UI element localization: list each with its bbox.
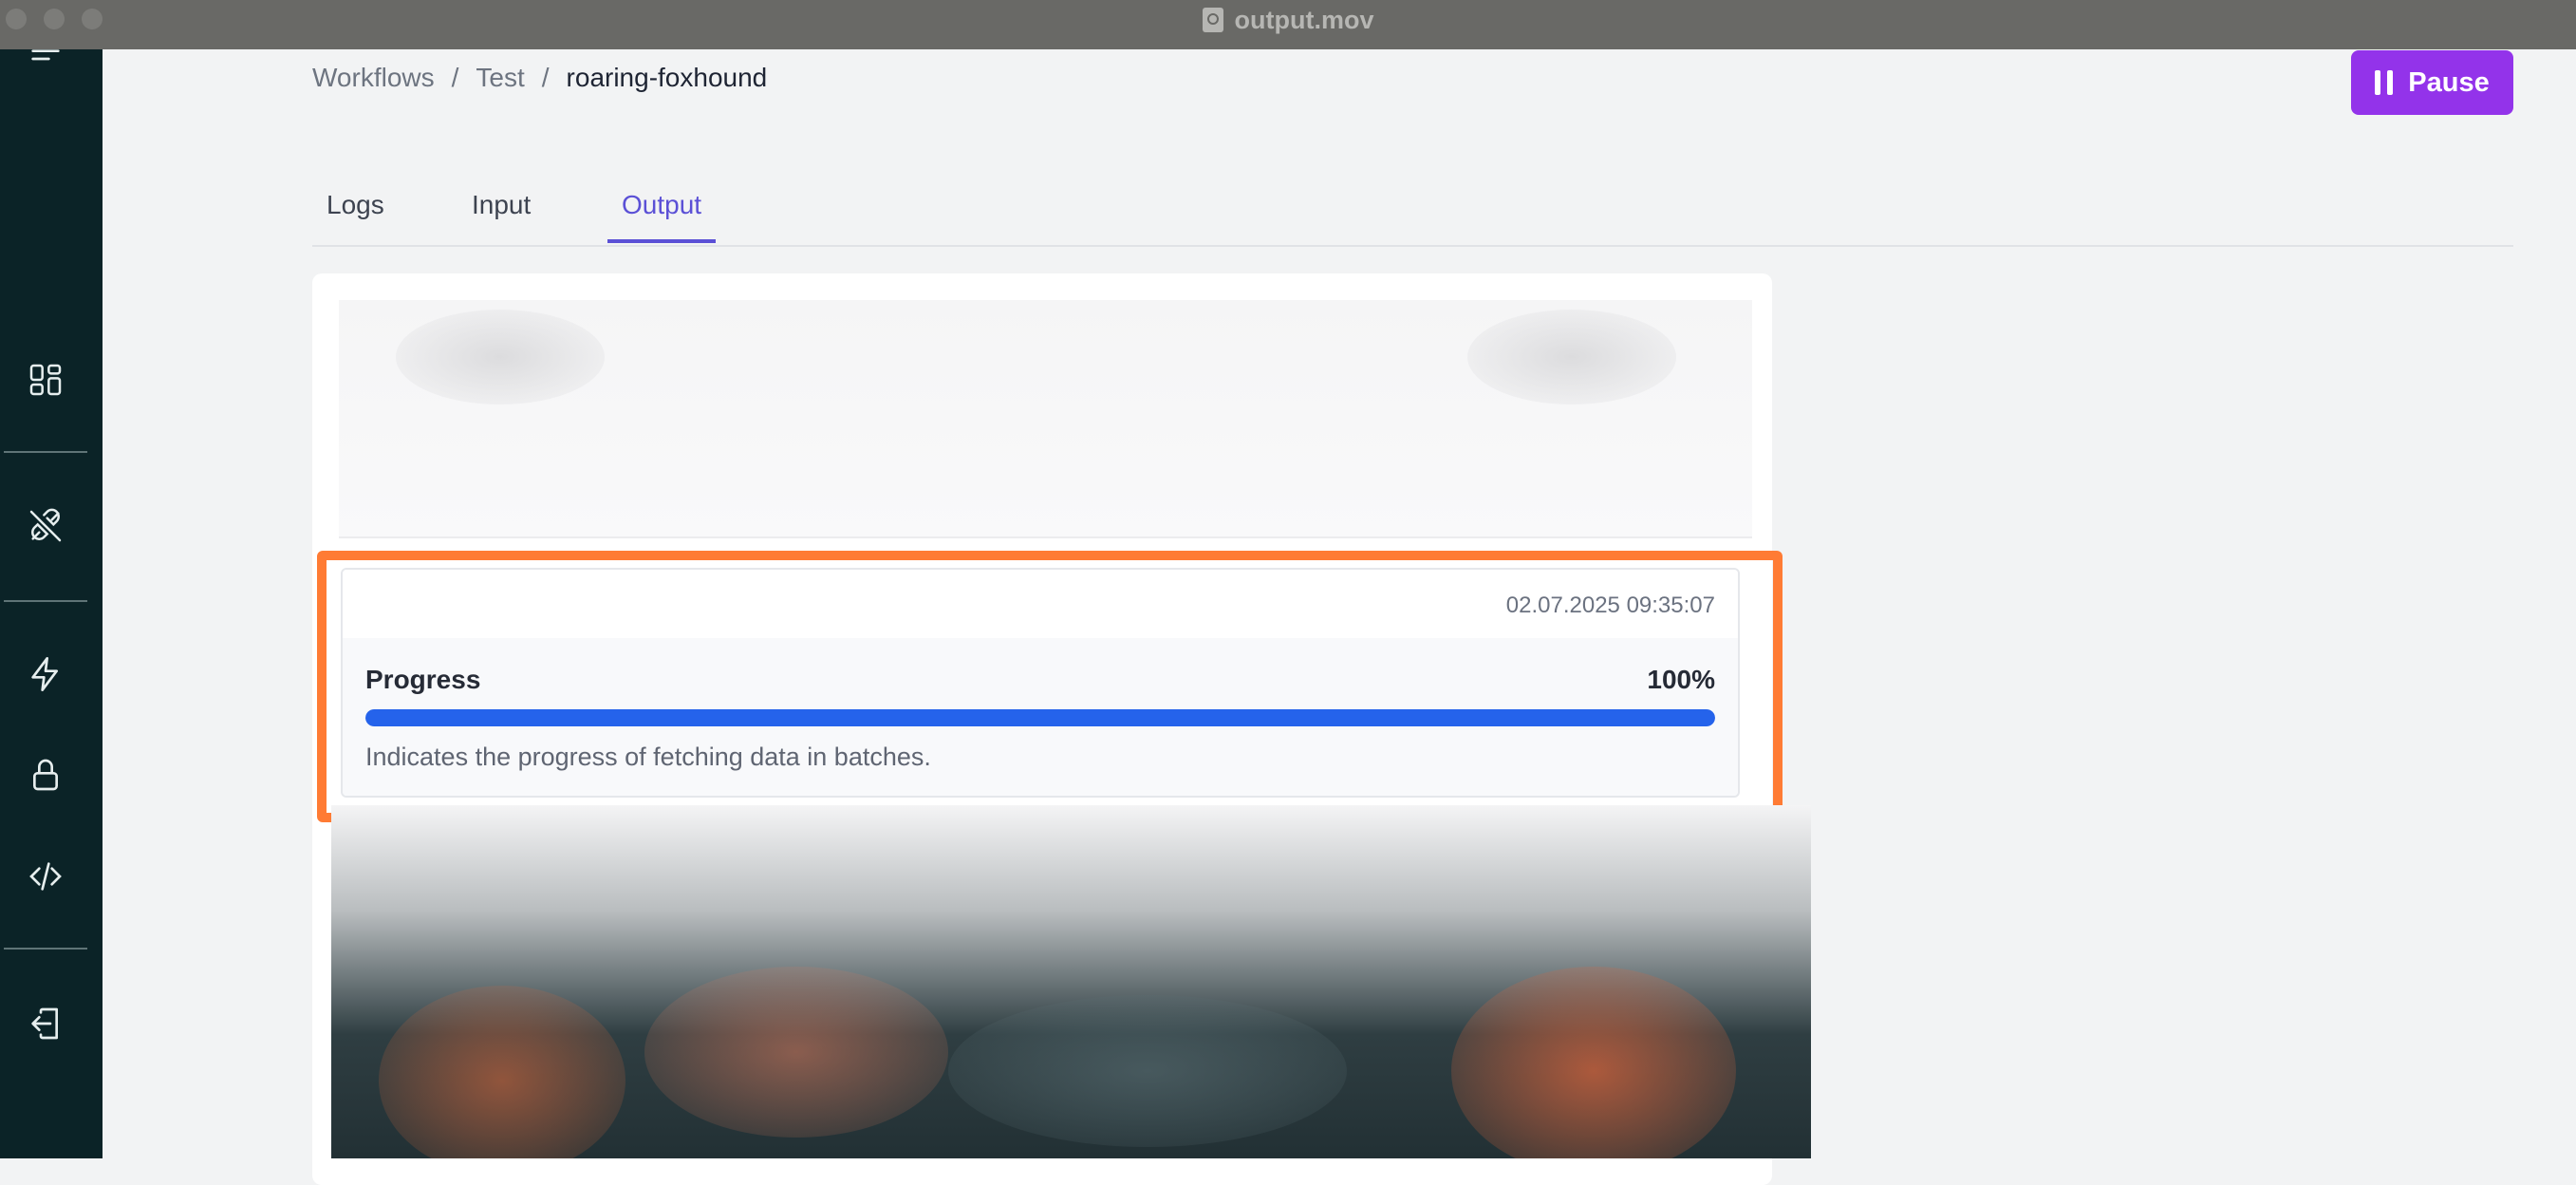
logout-icon[interactable] <box>25 1003 66 1044</box>
tab-output[interactable]: Output <box>607 190 717 243</box>
highlight-frame <box>317 551 1783 822</box>
lock-icon[interactable] <box>25 754 66 796</box>
lightning-icon[interactable] <box>25 653 66 695</box>
breadcrumb: Workflows / Test / roaring-foxhound <box>312 63 767 93</box>
plug-icon[interactable] <box>25 505 66 547</box>
breadcrumb-current: roaring-foxhound <box>566 63 768 92</box>
window-title: output.mov <box>1234 5 1374 34</box>
blurred-content-top <box>339 300 1752 538</box>
tab-bar: Logs Input Output <box>312 180 2513 247</box>
breadcrumb-separator: / <box>541 63 550 92</box>
tab-logs[interactable]: Logs <box>312 190 399 243</box>
document-icon <box>1202 8 1223 32</box>
code-icon[interactable] <box>25 856 66 897</box>
tab-input[interactable]: Input <box>457 190 545 243</box>
sidebar <box>0 42 103 1158</box>
pause-button[interactable]: Pause <box>2351 50 2513 115</box>
pause-label: Pause <box>2408 66 2490 98</box>
window-title-bar: output.mov <box>0 0 2576 49</box>
sidebar-divider <box>4 451 87 453</box>
sidebar-divider <box>4 948 87 950</box>
breadcrumb-workflows[interactable]: Workflows <box>312 63 435 93</box>
dashboard-icon[interactable] <box>25 359 66 401</box>
sidebar-divider <box>4 600 87 602</box>
pause-icon <box>2375 70 2394 95</box>
blurred-content-bottom <box>331 805 1811 1158</box>
breadcrumb-separator: / <box>451 63 459 92</box>
breadcrumb-test[interactable]: Test <box>476 63 524 93</box>
